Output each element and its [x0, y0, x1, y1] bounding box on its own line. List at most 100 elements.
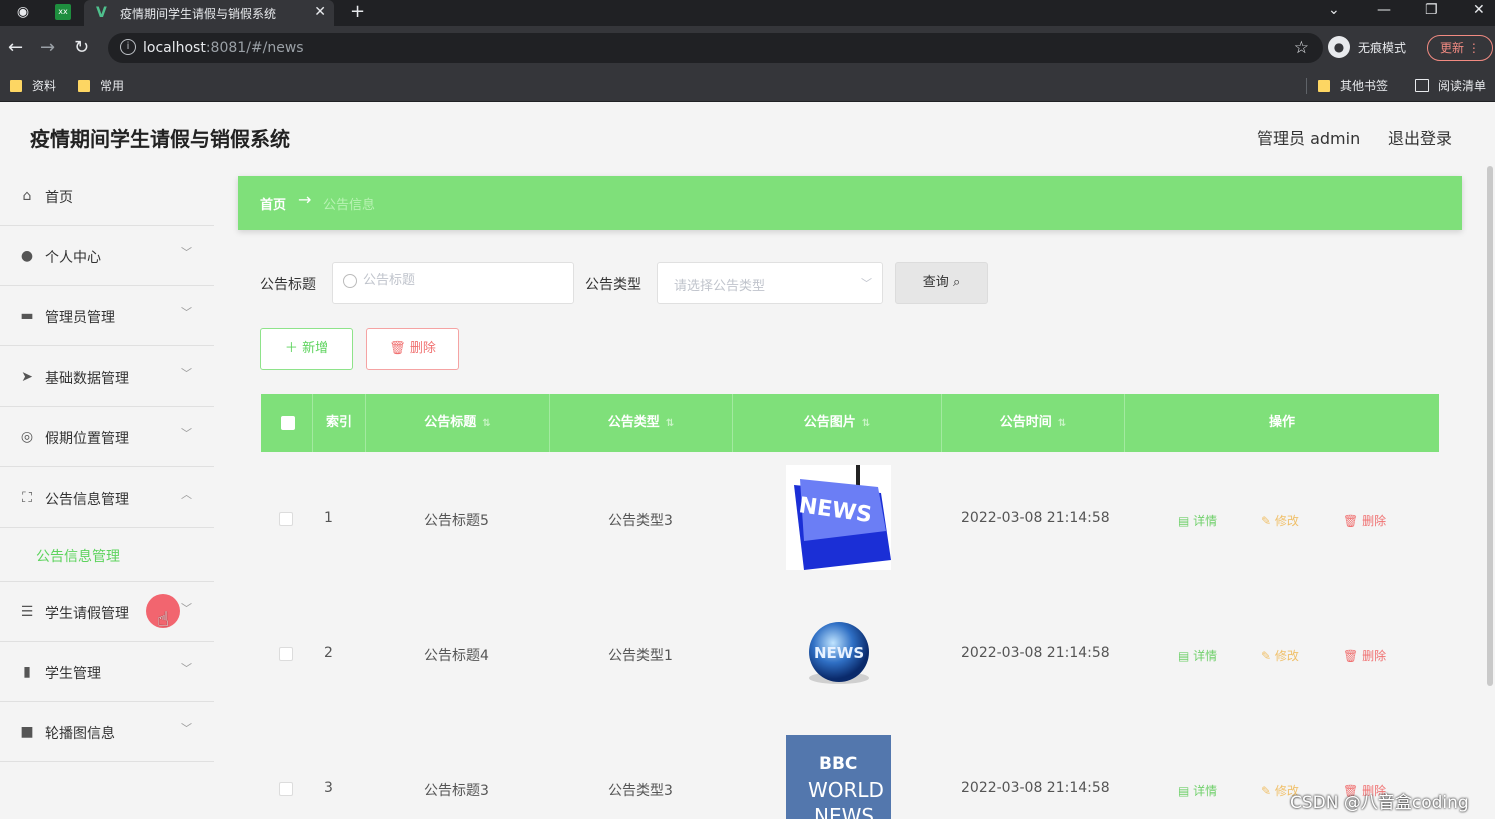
bookmark-star-icon[interactable]: ☆ [1294, 38, 1309, 58]
column-header-image[interactable]: 公告图片 ⇅ [733, 394, 942, 452]
url-field[interactable]: i localhost:8081/#/news ☆ [108, 33, 1323, 63]
row-checkbox[interactable] [279, 782, 293, 796]
sidebar-item-basic-data[interactable]: ➤ 基础数据管理 ﹀ [0, 347, 214, 407]
bulk-delete-button[interactable]: 🗑 删除 [366, 328, 459, 370]
page-scrollbar[interactable] [1487, 166, 1493, 686]
minimize-icon[interactable]: — [1377, 2, 1391, 18]
title-search-label: 公告标题 [260, 277, 316, 293]
reading-list-icon [1415, 79, 1429, 92]
edit-button[interactable]: ✎ 修改 [1261, 647, 1299, 664]
sidebar-item-personal[interactable]: ● 个人中心 ﹀ [0, 226, 214, 286]
search-icon [343, 274, 357, 288]
cell-type: 公告类型3 [608, 783, 673, 799]
title-search-field[interactable] [332, 262, 574, 304]
sidebar-item-label: 学生请假管理 [45, 606, 129, 622]
query-button[interactable]: 查询 ⌕ [895, 262, 988, 304]
tab-close-icon[interactable]: ✕ [314, 4, 326, 20]
reload-icon[interactable]: ↻ [74, 38, 89, 58]
breadcrumb-home[interactable]: 首页 [260, 194, 286, 213]
app-root: 疫情期间学生请假与销假系统 管理员 admin 退出登录 ⌂ 首页 ● 个人中心… [0, 102, 1495, 819]
delete-button[interactable]: 🗑 删除 [1343, 647, 1386, 664]
incognito-icon: ● [1328, 36, 1350, 58]
bookmark-folder-1[interactable]: 资料 [10, 77, 56, 94]
detail-button[interactable]: ▤ 详情 [1178, 782, 1217, 799]
column-header-time[interactable]: 公告时间 ⇅ [942, 394, 1125, 452]
cell-type: 公告类型3 [608, 513, 673, 529]
pinned-tab-icon[interactable]: xx [55, 4, 71, 20]
folder-icon [78, 79, 90, 92]
home-icon: ⌂ [22, 188, 32, 204]
sidebar-item-carousel[interactable]: ■ 轮播图信息 ﹀ [0, 702, 214, 762]
sidebar-item-notice[interactable]: ⛶ 公告信息管理 ︿ [0, 468, 214, 528]
select-all-checkbox[interactable] [281, 416, 295, 430]
new-tab-button[interactable]: + [350, 1, 365, 22]
sidebar-item-admin[interactable]: ▬ 管理员管理 ﹀ [0, 286, 214, 346]
sidebar-item-label: 公告信息管理 [45, 492, 129, 508]
tab-title: 疫情期间学生请假与销假系统 [120, 6, 277, 21]
delete-button[interactable]: 🗑 删除 [1343, 512, 1386, 529]
other-bookmarks[interactable]: 其他书签 [1318, 77, 1388, 94]
update-button[interactable]: 更新 ⋮ [1427, 35, 1493, 61]
detail-label: 详情 [1193, 514, 1218, 528]
sidebar-item-students[interactable]: ▮ 学生管理 ﹀ [0, 642, 214, 702]
cell-time: 2022-03-08 21:14:58 [961, 780, 1110, 796]
cell-title: 公告标题4 [424, 648, 489, 664]
image-text-world: WORLD [808, 778, 884, 802]
site-info-icon[interactable]: i [120, 39, 136, 55]
send-icon: ➤ [21, 369, 33, 385]
detail-button[interactable]: ▤ 详情 [1178, 647, 1217, 664]
sidebar-item-label: 个人中心 [45, 250, 101, 266]
column-label: 公告标题 [424, 415, 477, 430]
logout-button[interactable]: 退出登录 [1388, 125, 1452, 149]
edit-label: 修改 [1274, 649, 1299, 663]
user-icon: ● [20, 248, 34, 264]
admin-icon: ▬ [20, 308, 34, 324]
browser-logo-icon[interactable]: ◉ [15, 4, 31, 20]
sidebar-subitem-notice-manage[interactable]: 公告信息管理 [0, 528, 214, 582]
search-icon: ⌕ [952, 275, 961, 290]
address-bar: ← → ↻ i localhost:8081/#/news ☆ ● 无痕模式 更… [0, 26, 1495, 70]
chevron-down-icon: ﹀ [181, 246, 192, 259]
forward-icon[interactable]: → [40, 38, 55, 58]
column-header-title[interactable]: 公告标题 ⇅ [366, 394, 550, 452]
cell-index: 3 [324, 780, 333, 796]
url-text[interactable]: localhost:8081/#/news [143, 40, 304, 56]
column-label: 公告时间 [999, 415, 1052, 430]
type-select[interactable]: 请选择公告类型 ﹀ [657, 262, 883, 304]
incognito-label: 无痕模式 [1358, 40, 1407, 55]
bar-chart-icon: ▮ [23, 664, 31, 680]
sort-icon: ⇅ [482, 418, 491, 429]
window-close-icon[interactable]: ✕ [1473, 2, 1485, 18]
back-icon[interactable]: ← [8, 38, 23, 58]
type-search-label: 公告类型 [585, 277, 641, 293]
add-label: 新增 [302, 341, 329, 356]
active-tab[interactable]: V 疫情期间学生请假与销假系统 ✕ [84, 0, 334, 26]
restore-icon[interactable]: ❐ [1425, 2, 1438, 18]
sidebar-item-label: 轮播图信息 [45, 726, 115, 742]
sidebar-subitem-label: 公告信息管理 [36, 549, 120, 565]
bookmark-folder-2[interactable]: 常用 [78, 77, 124, 94]
row-checkbox[interactable] [279, 512, 293, 526]
column-label: 公告图片 [803, 415, 856, 430]
bbc-world-news-image: BBC WORLD NEWS [786, 735, 891, 819]
edit-label: 修改 [1274, 514, 1299, 528]
tab-search-icon[interactable]: ⌄ [1328, 2, 1340, 18]
edit-button[interactable]: ✎ 修改 [1261, 512, 1299, 529]
add-button[interactable]: ＋ 新增 [260, 328, 353, 370]
sidebar-item-holiday-location[interactable]: ◎ 假期位置管理 ﹀ [0, 407, 214, 467]
table-row: 1 公告标题5 公告类型3 NEWS 2022-03-08 21:14:58 ▤… [261, 452, 1439, 586]
sidebar-item-label: 基础数据管理 [45, 371, 129, 387]
column-header-type[interactable]: 公告类型 ⇅ [550, 394, 733, 452]
sidebar-item-home[interactable]: ⌂ 首页 [0, 166, 214, 226]
title-search-input[interactable] [363, 273, 563, 288]
incognito-indicator[interactable]: ● 无痕模式 [1328, 36, 1406, 58]
sidebar-item-label: 首页 [45, 190, 73, 206]
row-checkbox[interactable] [279, 647, 293, 661]
folder-icon [10, 79, 22, 92]
detail-button[interactable]: ▤ 详情 [1178, 512, 1217, 529]
type-select-placeholder: 请选择公告类型 [674, 279, 766, 294]
delete-label: 删除 [1362, 649, 1387, 663]
hand-cursor-icon: ☝ [157, 607, 170, 631]
reading-list[interactable]: 阅读清单 [1415, 77, 1486, 94]
sidebar-item-student-leave[interactable]: ☰ 学生请假管理 ﹀ [0, 582, 214, 642]
